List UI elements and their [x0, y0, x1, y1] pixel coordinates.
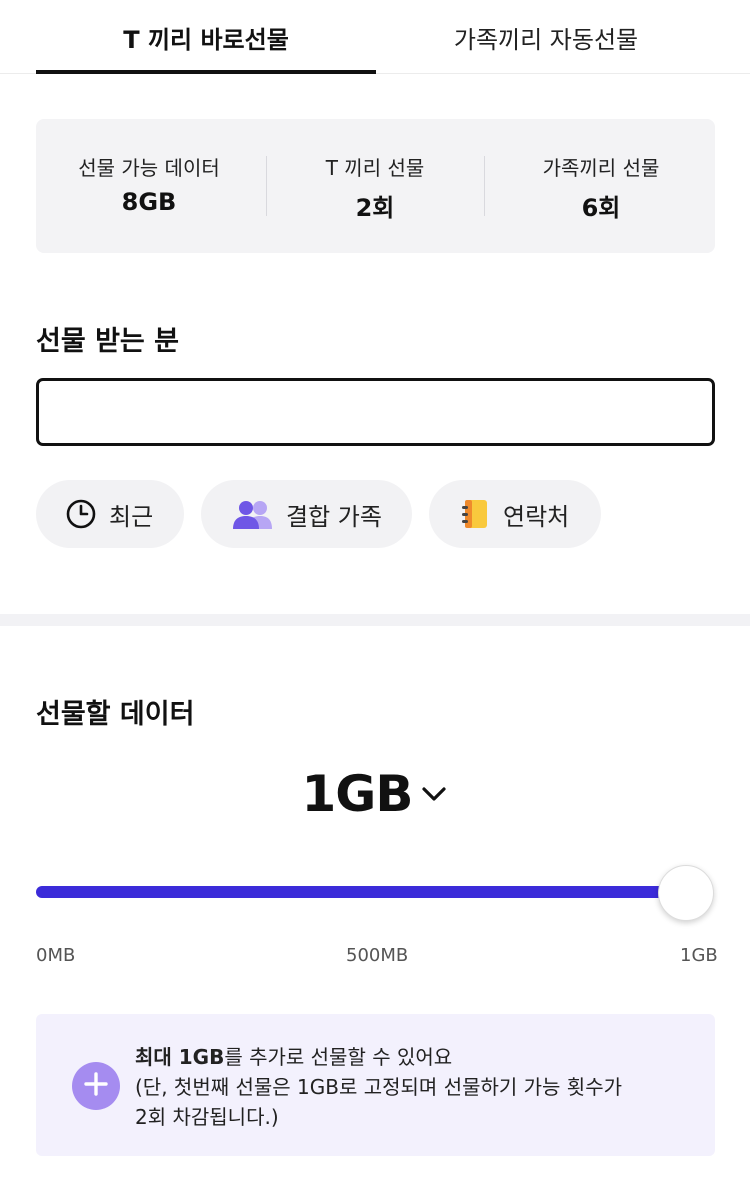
- notice-line-3: 2회 차감됩니다.): [135, 1105, 279, 1129]
- data-slider-track[interactable]: [36, 886, 686, 898]
- tab-bar: T 끼리 바로선물 가족끼리 자동선물: [0, 0, 750, 74]
- recipient-section-title: 선물 받는 분: [36, 326, 179, 357]
- gift-summary-card: 선물 가능 데이터 8GB T 끼리 선물 2회 가족끼리 선물 6회: [36, 119, 715, 253]
- add-data-button[interactable]: [72, 1062, 120, 1110]
- summary-value: 2회: [355, 194, 395, 222]
- notice-line-2: (단, 첫번째 선물은 1GB로 고정되며 선물하기 가능 횟수가: [135, 1075, 623, 1099]
- slider-max-label: 1GB: [680, 945, 718, 966]
- slider-mid-label: 500MB: [346, 945, 409, 966]
- summary-value: 8GB: [121, 188, 177, 216]
- recent-button[interactable]: 최근: [36, 480, 184, 548]
- family-icon: [232, 499, 274, 529]
- active-tab-indicator: [36, 70, 376, 74]
- chip-label: 최근: [109, 502, 154, 531]
- summary-family-gift-count: 가족끼리 선물 6회: [488, 119, 714, 253]
- clock-icon: [65, 498, 97, 530]
- amount-selector[interactable]: 1GB: [0, 758, 750, 830]
- contacts-button[interactable]: 연락처: [429, 480, 601, 548]
- data-slider-thumb[interactable]: [658, 865, 714, 921]
- chip-label: 연락처: [503, 502, 570, 531]
- summary-t-gift-count: T 끼리 선물 2회: [262, 119, 488, 253]
- amount-value: 1GB: [301, 765, 414, 823]
- summary-available-data: 선물 가능 데이터 8GB: [36, 119, 262, 253]
- recipient-input[interactable]: [36, 378, 715, 446]
- tab-t-gift[interactable]: T 끼리 바로선물: [36, 0, 376, 74]
- chip-label: 결합 가족: [286, 502, 382, 531]
- family-bundle-button[interactable]: 결합 가족: [201, 480, 412, 548]
- gift-data-section-title: 선물할 데이터: [36, 699, 195, 730]
- notice-bold: 최대 1GB: [135, 1045, 225, 1069]
- contacts-book-icon: [459, 498, 491, 530]
- summary-value: 6회: [581, 194, 621, 222]
- section-divider: [0, 614, 750, 626]
- divider: [484, 156, 485, 216]
- chevron-down-icon: [420, 784, 448, 808]
- tab-family-auto-gift[interactable]: 가족끼리 자동선물: [376, 0, 716, 74]
- summary-label: T 끼리 선물: [325, 156, 425, 180]
- gift-notice: 최대 1GB를 추가로 선물할 수 있어요 (단, 첫번째 선물은 1GB로 고…: [36, 1014, 715, 1156]
- slider-min-label: 0MB: [36, 945, 76, 966]
- plus-icon: [83, 1071, 109, 1101]
- notice-line-1-rest: 를 추가로 선물할 수 있어요: [224, 1045, 453, 1069]
- summary-label: 가족끼리 선물: [542, 156, 660, 180]
- notice-line-1: 최대 1GB를 추가로 선물할 수 있어요: [135, 1042, 695, 1072]
- summary-label: 선물 가능 데이터: [78, 156, 220, 180]
- notice-text: 최대 1GB를 추가로 선물할 수 있어요 (단, 첫번째 선물은 1GB로 고…: [135, 1042, 695, 1132]
